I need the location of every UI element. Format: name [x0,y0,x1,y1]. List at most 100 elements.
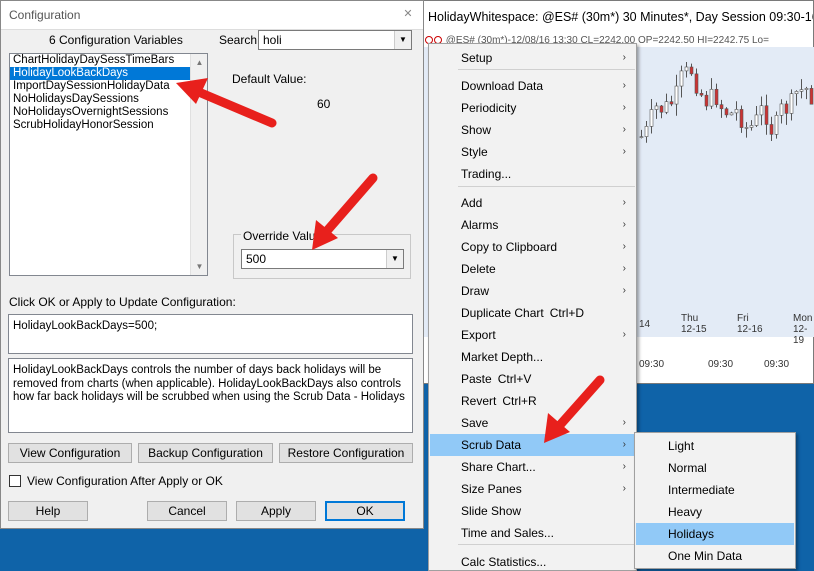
variable-list-item[interactable]: HolidayLookBackDays [10,67,207,80]
candle-body [759,105,764,116]
menu-item-share-chart[interactable]: Share Chart... › [430,456,635,478]
chevron-right-icon: › [622,52,626,63]
candle-body [764,105,769,125]
chevron-down-icon[interactable]: ▼ [386,250,403,268]
chevron-right-icon: › [622,124,626,135]
menu-item-label: Style [461,145,488,159]
variable-list-item[interactable]: NoHolidaysDaySessions [10,93,207,106]
candle-body [719,104,724,110]
menu-item-duplicate-chart[interactable]: Duplicate Chart Ctrl+D [430,302,635,324]
scroll-up-icon[interactable]: ▲ [191,54,207,71]
candle-body [714,88,719,105]
menu-item-style[interactable]: Style › [430,141,635,163]
variable-list-item[interactable]: ImportDaySessionHolidayData [10,80,207,93]
menu-item-scrub-data[interactable]: Scrub Data › [430,434,635,456]
view-configuration-button[interactable]: View Configuration [8,443,132,463]
dialog-titlebar[interactable]: Configuration ✕ [1,1,423,30]
scroll-down-icon[interactable]: ▼ [191,258,207,275]
variable-list-item[interactable]: ChartHolidayDaySessTimeBars [10,54,207,67]
menu-item-label: Time and Sales... [461,526,554,540]
list-scrollbar[interactable]: ▲ ▼ [190,54,207,275]
chevron-right-icon: › [622,241,626,252]
override-value-group: Override Value 500 ▼ [233,229,411,279]
candle-body [774,115,779,135]
candle-body [654,105,659,110]
menu-item-market-depth[interactable]: Market Depth... [430,346,635,368]
close-icon[interactable]: ✕ [399,5,417,23]
menu-item-calc-statistics[interactable]: Calc Statistics... [430,551,635,571]
menu-item-label: Slide Show [461,504,522,518]
cancel-button[interactable]: Cancel [147,501,227,521]
candle-body [784,103,789,114]
candle-body [664,101,669,113]
chart-context-menu[interactable]: Setup › Download Data › Periodicity › Show › Sty… [428,43,637,571]
variable-list-item[interactable]: ScrubHolidayHonorSession [10,119,207,132]
menu-item-export[interactable]: Export › [430,324,635,346]
view-after-apply-checkbox[interactable] [9,475,21,487]
menu-item-label: Add [461,196,483,210]
menu-item-show[interactable]: Show › [430,119,635,141]
menu-item-label: Export [461,328,496,342]
menu-item-shortcut: Ctrl+V [497,372,532,386]
apply-button[interactable]: Apply [236,501,316,521]
chevron-right-icon: › [622,219,626,230]
menu-item-setup[interactable]: Setup › [430,47,635,69]
menu-item-revert[interactable]: Revert Ctrl+R [430,390,635,412]
menu-item-label: Periodicity [461,101,517,115]
backup-configuration-button[interactable]: Backup Configuration [138,443,273,463]
ok-button[interactable]: OK [325,501,405,521]
x-tick-date: 12-19 [793,324,808,346]
submenu-item-one-min-data[interactable]: One Min Data [636,545,794,567]
help-button[interactable]: Help [8,501,88,521]
x-tick-label: Fri 12-16 [737,313,763,335]
chart-title: HolidayWhitespace: @ES# (30m*) 30 Minute… [421,1,813,35]
menu-item-draw[interactable]: Draw › [430,280,635,302]
menu-item-delete[interactable]: Delete › [430,258,635,280]
submenu-item-intermediate[interactable]: Intermediate [636,479,794,501]
submenu-item-holidays[interactable]: Holidays [636,523,794,545]
menu-item-label: Market Depth... [461,350,544,364]
chevron-down-icon[interactable]: ▼ [394,31,411,49]
candle-body [649,109,654,127]
menu-item-time-and-sales[interactable]: Time and Sales... [430,522,635,544]
search-combobox[interactable]: holi ▼ [258,30,412,50]
submenu-item-heavy[interactable]: Heavy [636,501,794,523]
variable-list-item[interactable]: NoHolidaysOvernightSessions [10,106,207,119]
menu-item-label: Scrub Data [461,438,522,452]
restore-configuration-button[interactable]: Restore Configuration [279,443,413,463]
submenu-item-normal[interactable]: Normal [636,457,794,479]
menu-item-save[interactable]: Save › [430,412,635,434]
override-value-combobox[interactable]: 500 ▼ [241,249,404,269]
configuration-line-field[interactable]: HolidayLookBackDays=500; [8,314,413,354]
chevron-right-icon: › [622,439,626,450]
menu-item-label: Download Data [461,79,544,93]
chevron-right-icon: › [622,197,626,208]
candle-body [809,88,814,105]
menu-item-trading[interactable]: Trading... [430,163,635,185]
menu-item-download-data[interactable]: Download Data › [430,75,635,97]
menu-item-label: Alarms [461,218,499,232]
menu-item-label: Show [461,123,492,137]
menu-item-size-panes[interactable]: Size Panes › [430,478,635,500]
candle-body [689,66,694,75]
submenu-item-light[interactable]: Light [636,435,794,457]
menu-item-copy-to-clipboard[interactable]: Copy to Clipboard › [430,236,635,258]
x-tick-label: Mon 12-19 [793,313,813,346]
variables-count-label: 6 Configuration Variables [49,33,183,47]
menu-item-label: Paste [461,372,492,386]
menu-item-shortcut: Ctrl+D [549,306,585,320]
menu-item-slide-show[interactable]: Slide Show [430,500,635,522]
menu-item-periodicity[interactable]: Periodicity › [430,97,635,119]
configuration-dialog[interactable]: Configuration ✕ 6 Configuration Variable… [0,0,424,529]
chevron-right-icon: › [622,146,626,157]
menu-separator [458,544,635,545]
menu-item-paste[interactable]: Paste Ctrl+V [430,368,635,390]
default-value: 60 [317,97,331,111]
menu-item-add[interactable]: Add › [430,192,635,214]
scrub-data-submenu[interactable]: Light Normal Intermediate Heavy Holidays One … [634,432,796,569]
candle-body [769,124,774,135]
chevron-right-icon: › [622,263,626,274]
menu-item-alarms[interactable]: Alarms › [430,214,635,236]
variables-list[interactable]: ChartHolidayDaySessTimeBars HolidayLookBa… [9,53,208,276]
view-after-apply-label[interactable]: View Configuration After Apply or OK [27,474,223,488]
